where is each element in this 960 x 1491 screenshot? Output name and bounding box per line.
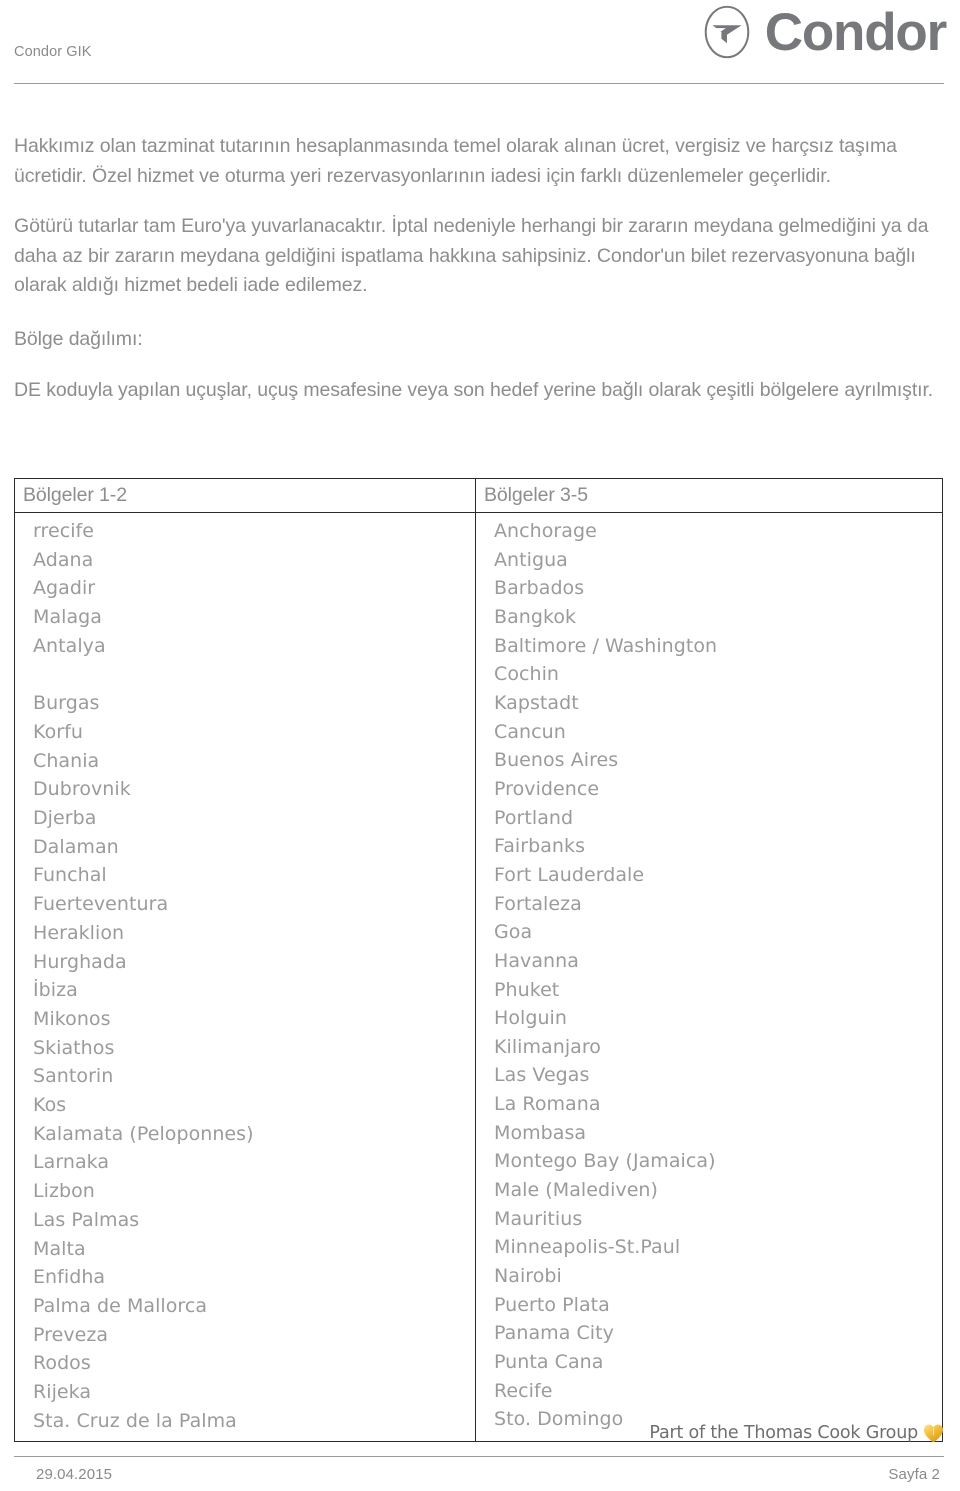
document-label: Condor GIK — [14, 44, 92, 60]
city-list-item: Lizbon — [33, 1180, 95, 1203]
city-list-zones-3-5: Anchorage Antigua Barbados Bangkok Baltimore… — [476, 513, 942, 1440]
column-header-label: Bölgeler 3-5 — [484, 484, 588, 506]
condor-brand-lockup: Condor — [699, 2, 947, 62]
city-list-item: Malta — [33, 1237, 86, 1260]
city-list-item: Montego Bay (Jamaica) — [494, 1150, 716, 1173]
footer-divider — [14, 1456, 944, 1457]
city-list-item: Burgas — [33, 692, 100, 715]
city-list-item: Kapstadt — [494, 691, 579, 714]
city-list-item: Las Palmas — [33, 1208, 140, 1231]
city-list-item: Kalamata (Peloponnes) — [33, 1122, 254, 1145]
city-list-item: Punta Cana — [494, 1351, 604, 1374]
city-list-item: Baltimore / Washington — [494, 634, 718, 657]
city-list-item: Hurghada — [33, 950, 127, 973]
city-list-item: Anchorage — [494, 520, 597, 542]
city-list-item: Santorin — [33, 1065, 114, 1088]
city-list-item: Preveza — [33, 1323, 109, 1346]
paragraph-rounding-proof: Götürü tutarlar tam Euro'ya yuvarlanacak… — [14, 215, 929, 296]
thomas-cook-heart-icon — [923, 1424, 944, 1443]
city-list-item: Panama City — [494, 1322, 614, 1345]
paragraph-zone-explanation: DE koduyla yapılan uçuşlar, uçuş mesafes… — [14, 379, 934, 401]
city-list-item: Rodos — [33, 1352, 91, 1375]
city-list-zones-1-2: rrecife Adana Agadir Malaga Antalya Burgas Kor… — [15, 513, 475, 1441]
city-list-item: Mikonos — [33, 1007, 111, 1030]
city-list-item: Adana — [33, 548, 94, 571]
city-list-item: Chania — [33, 749, 100, 772]
city-list-item: Sta. Cruz de la Palma — [33, 1409, 237, 1432]
city-list-item: Fuerteventura — [33, 893, 169, 916]
city-list-item: Portland — [494, 806, 574, 829]
paragraph-compensation-basis: Hakkımız olan tazminat tutarının hesapla… — [14, 135, 897, 187]
city-list-item: Male (Malediven) — [494, 1179, 658, 1202]
city-list-item: rrecife — [33, 520, 95, 542]
city-list-item: Mombasa — [494, 1121, 587, 1144]
header-divider — [14, 83, 944, 84]
city-list-item: Rijeka — [33, 1381, 92, 1404]
table-cell-zones-1-2: rrecife Adana Agadir Malaga Antalya Burgas Kor… — [15, 513, 476, 1442]
city-list-item: Malaga — [33, 606, 102, 629]
brand-name: Condor — [764, 2, 947, 62]
table-body-row: rrecife Adana Agadir Malaga Antalya Burgas Kor… — [15, 513, 942, 1442]
city-list-item: Recife — [494, 1379, 553, 1402]
city-list-item: Goa — [494, 921, 533, 944]
city-list-item: Heraklion — [33, 921, 125, 944]
footer-page-number: Sayfa 2 — [888, 1466, 940, 1483]
city-list-item: Providence — [494, 777, 600, 800]
city-list-item: Antalya — [33, 634, 106, 657]
city-list-item: Phuket — [494, 978, 560, 1001]
city-list-item: Holguin — [494, 1007, 567, 1030]
city-list-item: Bangkok — [494, 605, 577, 628]
table-header-row: Bölgeler 1-2 Bölgeler 3-5 — [15, 479, 942, 513]
city-list-item: Nairobi — [494, 1265, 562, 1288]
city-list-item: Antigua — [494, 548, 568, 571]
city-list-item: La Romana — [494, 1093, 601, 1116]
city-list-item: Dubrovnik — [33, 778, 131, 801]
city-list-item: Fort Lauderdale — [494, 863, 645, 886]
city-list-item: Kilimanjaro — [494, 1035, 601, 1058]
city-list-item: Barbados — [494, 577, 585, 600]
city-list-item: Puerto Plata — [494, 1293, 610, 1316]
city-list-item: Dalaman — [33, 835, 119, 858]
city-list-item: Palma de Mallorca — [33, 1294, 208, 1317]
document-body: Hakkımız olan tazminat tutarının hesapla… — [14, 132, 934, 427]
zone-distribution-table: Bölgeler 1-2 Bölgeler 3-5 rrecife Adana Ag… — [14, 478, 943, 1443]
city-list-item: Larnaka — [33, 1151, 110, 1174]
city-list-item: Cochin — [494, 663, 560, 686]
city-list-item: İbiza — [33, 979, 78, 1002]
city-list-item: Djerba — [33, 807, 97, 830]
page-header: Condor GIK Condor — [0, 0, 960, 90]
city-list-item: Fortaleza — [494, 892, 582, 915]
city-list-item: Enfidha — [33, 1266, 106, 1289]
table-cell-zones-3-5: Anchorage Antigua Barbados Bangkok Baltimore… — [476, 513, 942, 1441]
city-list-item: Las Vegas — [494, 1064, 590, 1087]
table-header-cell-zones-3-5: Bölgeler 3-5 — [476, 479, 942, 512]
footer-date: 29.04.2015 — [36, 1466, 113, 1483]
city-list-item: Cancun — [494, 720, 566, 743]
city-list-item: Kos — [33, 1094, 67, 1117]
city-list-item: Korfu — [33, 720, 83, 743]
thomas-cook-group-label: Part of the Thomas Cook Group — [649, 1423, 918, 1443]
condor-circle-bird-logo-icon — [699, 4, 755, 60]
city-list-item: Minneapolis-St.Paul — [494, 1236, 681, 1259]
city-list-item: Fairbanks — [494, 835, 586, 858]
city-list-item: Agadir — [33, 577, 96, 600]
city-list-item: Skiathos — [33, 1036, 115, 1059]
city-list-item: Buenos Aires — [494, 749, 619, 772]
city-list-item: Mauritius — [494, 1207, 583, 1230]
city-list-item: Havanna — [494, 949, 579, 972]
table-header-cell-zones-1-2: Bölgeler 1-2 — [15, 479, 476, 512]
section-heading-zone-distribution: Bölge dağılımı: — [14, 327, 143, 350]
column-header-label: Bölgeler 1-2 — [23, 484, 127, 506]
thomas-cook-group-mark: Part of the Thomas Cook Group — [649, 1423, 944, 1443]
city-list-item: Funchal — [33, 864, 107, 887]
